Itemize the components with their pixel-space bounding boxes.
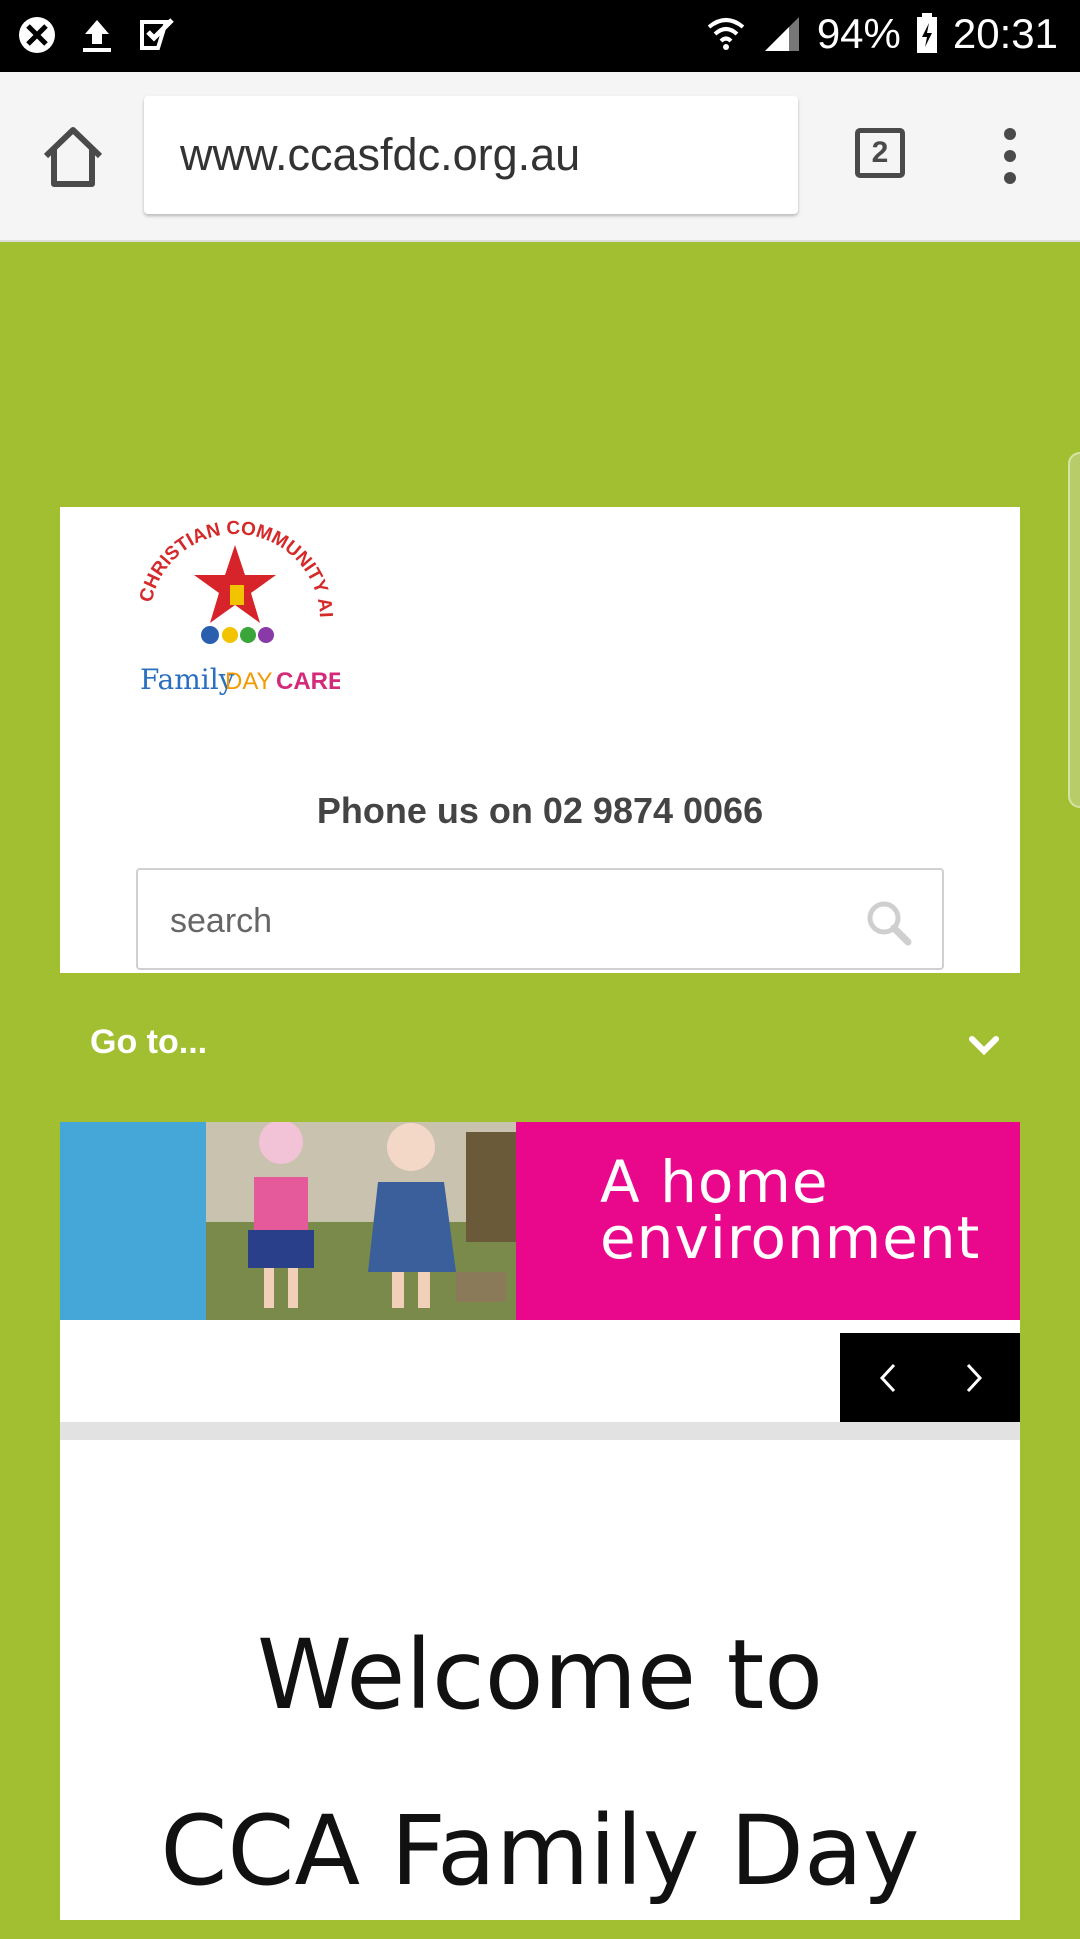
goto-label: Go to... (90, 1023, 208, 1061)
scroll-handle[interactable] (1068, 452, 1080, 808)
home-icon[interactable] (38, 122, 108, 192)
blocked-notification-icon (19, 17, 55, 53)
chevron-down-icon (969, 1036, 999, 1056)
page-content: CHRISTIAN COMMUNITY AID Family DAY CARE … (60, 507, 1020, 1920)
task-check-icon (140, 18, 174, 50)
children-playing-photo (206, 1122, 516, 1320)
logo-family-text: Family (140, 663, 235, 696)
battery-percent: 94% (816, 10, 901, 57)
cca-family-daycare-logo[interactable]: CHRISTIAN COMMUNITY AID Family DAY CARE (130, 507, 340, 717)
upload-icon (83, 20, 111, 52)
goto-menu-select[interactable]: Go to... (60, 973, 1020, 1129)
logo-care-text: CARE (276, 668, 340, 695)
welcome-line2: CCA Family Day (160, 1795, 920, 1907)
slider-navigation (840, 1333, 1020, 1423)
search-input[interactable]: search (136, 868, 944, 970)
welcome-line1: Welcome to (256, 1619, 823, 1731)
banner-blue-block (60, 1122, 206, 1320)
address-bar[interactable]: www.ccasfdc.org.au (144, 96, 798, 214)
hero-banner[interactable]: A home environment (60, 1122, 1020, 1320)
chevron-left-icon[interactable] (876, 1359, 900, 1397)
phone-contact: Phone us on 02 9874 0066 (316, 790, 764, 831)
search-placeholder: search (170, 902, 273, 940)
logo-day-text: DAY (225, 668, 273, 695)
chevron-right-icon[interactable] (962, 1359, 986, 1397)
browser-toolbar: www.ccasfdc.org.au 2 (0, 72, 1080, 242)
banner-pink-block: A home environment (516, 1122, 1020, 1320)
clock: 20:31 (952, 10, 1058, 57)
tabs-icon[interactable]: 2 (855, 128, 905, 178)
search-icon[interactable] (864, 898, 912, 946)
status-bar: 94% 20:31 (0, 0, 1080, 72)
url-text[interactable]: www.ccasfdc.org.au (180, 129, 580, 181)
wifi-icon (707, 18, 745, 50)
welcome-heading: Welcome to CCA Family Day (60, 1587, 1020, 1939)
section-divider (60, 1422, 1020, 1440)
signal-icon (764, 17, 799, 51)
overflow-menu-icon[interactable] (998, 128, 1022, 188)
banner-caption-line2: environment (600, 1204, 981, 1272)
banner-caption: A home environment (600, 1148, 981, 1272)
battery-charging-icon (916, 13, 937, 53)
banner-caption-line1: A home (600, 1148, 829, 1216)
